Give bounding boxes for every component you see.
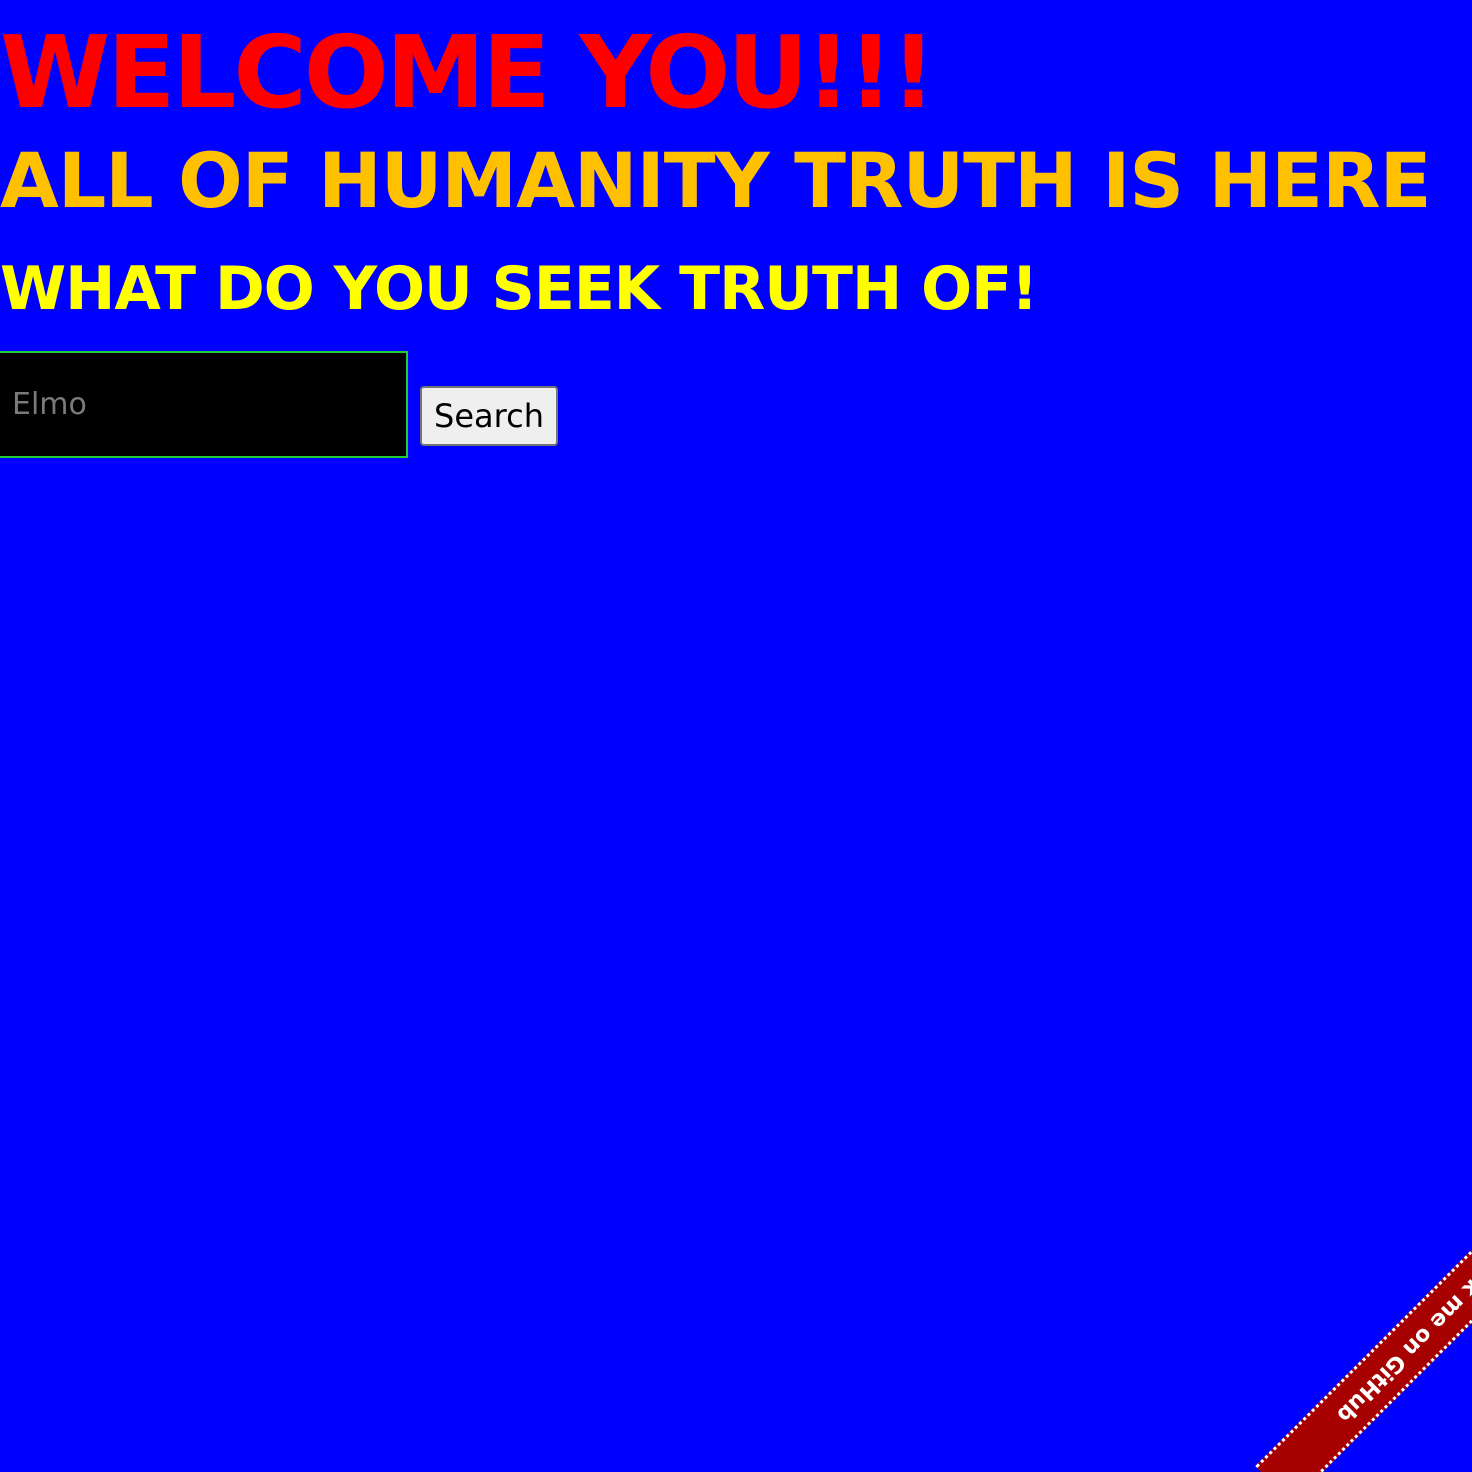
welcome-heading: WELCOME YOU!!! (0, 14, 936, 131)
page: WELCOME YOU!!! ALL OF HUMANITY TRUTH IS … (0, 0, 1472, 1472)
fork-ribbon-container: Fork me on GitHub (1172, 1172, 1472, 1472)
humanity-heading: ALL OF HUMANITY TRUTH IS HERE (0, 136, 1432, 225)
fork-ribbon-label: Fork me on GitHub (1331, 1245, 1472, 1427)
seek-heading: WHAT DO YOU SEEK TRUTH OF! (0, 254, 1038, 324)
fork-on-github-ribbon[interactable]: Fork me on GitHub (1255, 1172, 1472, 1472)
search-button[interactable]: Search (420, 386, 558, 446)
search-input[interactable] (0, 351, 408, 458)
